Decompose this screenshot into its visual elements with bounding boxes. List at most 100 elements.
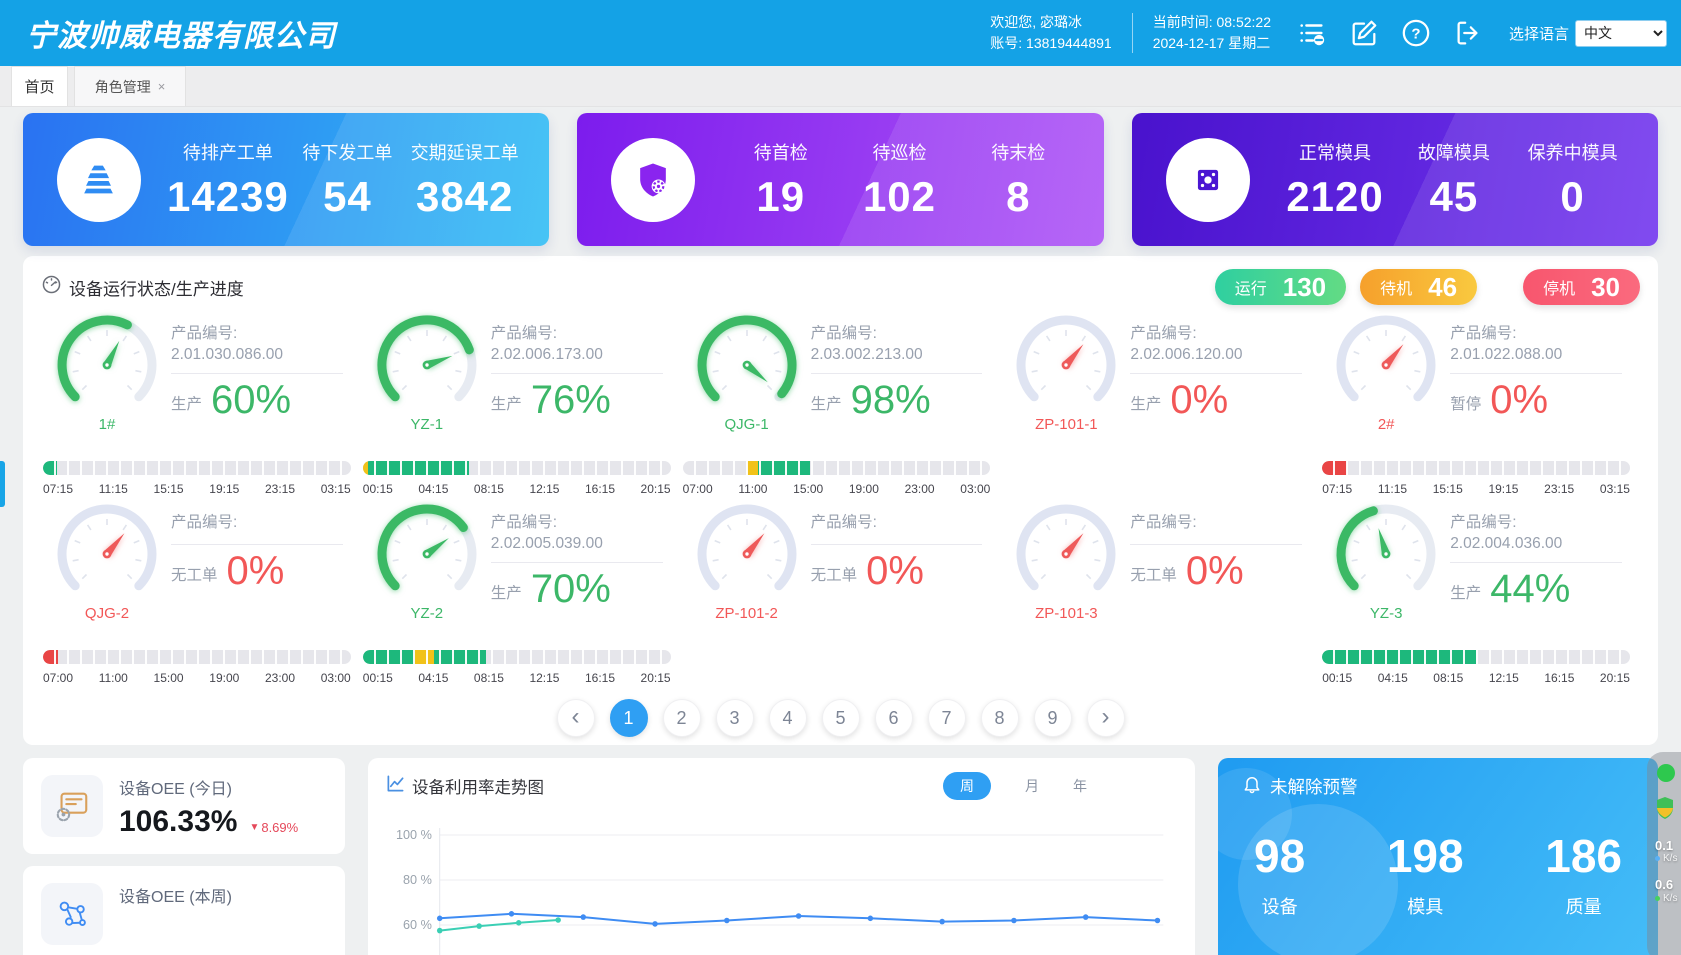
machine-info: 产品编号:无工单0%: [811, 498, 991, 646]
unresolved-alerts-card: 未解除预警 98设备198模具186质量: [1218, 758, 1658, 955]
machine-info: 产品编号:无工单0%: [1130, 498, 1310, 646]
kpi-value: 45: [1394, 173, 1513, 221]
tab-role-label: 角色管理: [95, 77, 151, 97]
oee-week-title: 设备OEE (本周): [119, 883, 232, 907]
language-select[interactable]: 中文: [1575, 20, 1667, 47]
divider: [1130, 544, 1302, 545]
kpi-value: 0: [1513, 173, 1632, 221]
time-tick: 16:15: [585, 671, 615, 685]
timeline-segment: [43, 461, 57, 475]
language-label: 选择语言: [1509, 23, 1569, 44]
machine-status-label: 生产: [491, 392, 522, 419]
product-code-value: 2.02.006.120.00: [1130, 346, 1280, 364]
page-button-4[interactable]: 4: [769, 699, 807, 737]
divider: [171, 544, 343, 545]
gauge-grid: 1#产品编号:2.01.030.086.00生产60%07:1511:1515:…: [41, 309, 1640, 685]
header-toolbar: ?: [1297, 18, 1483, 48]
floating-speed-widget[interactable]: 0.1 K/s 0.6 K/s: [1647, 752, 1681, 955]
kpi-value: 2120: [1276, 173, 1395, 221]
timeline-bar: [1322, 650, 1630, 664]
edit-icon[interactable]: [1349, 18, 1379, 48]
timeline-segment: [1322, 650, 1476, 664]
svg-text:80 %: 80 %: [403, 872, 432, 887]
machine-cell-ZP-101-2: ZP-101-2产品编号:无工单0%: [681, 498, 1001, 685]
page-button-9[interactable]: 9: [1034, 699, 1072, 737]
alert-count: 186: [1545, 829, 1622, 883]
kpi-columns: 正常模具2120故障模具45保养中模具0: [1276, 139, 1632, 221]
gauge-dial: [685, 309, 809, 419]
machine-cell-ZP-101-3: ZP-101-3产品编号:无工单0%: [1000, 498, 1320, 685]
gauge-dial: [365, 309, 489, 419]
kpi-item: 待排产工单14239: [167, 139, 289, 221]
time-tick: 15:00: [154, 671, 184, 685]
kpi-value: 8: [959, 173, 1078, 221]
time-tick: 08:15: [1433, 671, 1463, 685]
page-button-5[interactable]: 5: [822, 699, 860, 737]
download-dot-icon: [1655, 896, 1660, 901]
machine-info: 产品编号:2.03.002.213.00生产98%: [811, 309, 991, 457]
tab-close-icon[interactable]: ×: [158, 79, 166, 94]
badge-label: 停机: [1543, 275, 1575, 299]
alert-category: 设备: [1254, 893, 1305, 919]
pagination: ‹ 123456789 ›: [41, 699, 1640, 737]
product-code-label: 产品编号:: [811, 510, 991, 532]
page-button-2[interactable]: 2: [663, 699, 701, 737]
time-tick: 15:00: [793, 482, 823, 496]
tab-home-label: 首页: [24, 76, 54, 97]
company-name: 宁波帅威电器有限公司: [26, 11, 336, 55]
product-code-label: 产品编号:: [1450, 321, 1630, 343]
kpi-label: 交期延误工单: [406, 139, 523, 165]
page-button-6[interactable]: 6: [875, 699, 913, 737]
time-tick: 04:15: [1378, 671, 1408, 685]
alerts-title-text: 未解除预警: [1270, 774, 1358, 799]
machine-cell-ZP-101-1: ZP-101-1产品编号:2.02.006.120.00生产0%: [1000, 309, 1320, 496]
time-tick: 23:00: [265, 671, 295, 685]
logout-icon[interactable]: [1453, 18, 1483, 48]
machine-gauge: YZ-2: [363, 498, 491, 646]
machine-status-label: 生产: [1450, 581, 1481, 608]
page-next-button[interactable]: ›: [1087, 699, 1125, 737]
period-tab-week[interactable]: 周: [943, 772, 991, 800]
page-button-8[interactable]: 8: [981, 699, 1019, 737]
gauge-row: QJG-2产品编号:无工单0%07:0011:0015:0019:0023:00…: [41, 498, 1640, 685]
welcome-text: 欢迎您, 宓璐冰: [990, 12, 1111, 33]
utilization-chart-title: 设备利用率走势图: [386, 774, 544, 798]
help-icon[interactable]: ?: [1401, 18, 1431, 48]
product-code-value: 2.02.006.173.00: [491, 346, 641, 364]
user-block: 欢迎您, 宓璐冰 账号: 13819444891: [990, 12, 1111, 54]
page-button-1[interactable]: 1: [610, 699, 648, 737]
product-code-value: 2.03.002.213.00: [811, 346, 961, 364]
period-tab-year[interactable]: 年: [1073, 776, 1087, 796]
product-code-value: 2.01.022.088.00: [1450, 346, 1600, 364]
machine-cell-YZ-2: YZ-2产品编号:2.02.005.039.00生产70%00:1504:150…: [361, 498, 681, 685]
time-tick: 12:15: [529, 482, 559, 496]
sidebar-handle[interactable]: [0, 461, 5, 507]
gauge-dial: [45, 498, 169, 608]
kpi-label: 正常模具: [1276, 139, 1395, 165]
alert-item-质量: 186质量: [1545, 829, 1622, 919]
language-area: 选择语言 中文: [1509, 20, 1667, 47]
utilization-chart-title-text: 设备利用率走势图: [412, 774, 544, 798]
tab-role-management[interactable]: 角色管理 ×: [74, 66, 186, 106]
divider: [811, 544, 983, 545]
page-button-3[interactable]: 3: [716, 699, 754, 737]
timeline-ticks: 00:1504:1508:1512:1516:1520:15: [363, 482, 671, 496]
page-button-7[interactable]: 7: [928, 699, 966, 737]
task-list-icon[interactable]: [1297, 18, 1327, 48]
equipment-panel-title: 设备运行状态/生产进度: [41, 274, 244, 300]
tab-home[interactable]: 首页: [11, 66, 68, 106]
time-tick: 07:00: [683, 482, 713, 496]
machine-gauge: YZ-1: [363, 309, 491, 457]
time-tick: 20:15: [641, 671, 671, 685]
machine-gauge: ZP-101-3: [1002, 498, 1130, 646]
time-tick: 08:15: [474, 482, 504, 496]
kpi-item: 待末检8: [959, 139, 1078, 221]
machine-info: 产品编号:2.02.006.120.00生产0%: [1130, 309, 1310, 457]
machine-progress-value: 0%: [1490, 381, 1548, 419]
machine-cell-1#: 1#产品编号:2.01.030.086.00生产60%07:1511:1515:…: [41, 309, 361, 496]
time-tick: 03:15: [321, 482, 351, 496]
period-tab-month[interactable]: 月: [1025, 776, 1039, 796]
time-tick: 23:15: [1544, 482, 1574, 496]
oee-today-delta-value: 8.69%: [261, 820, 298, 835]
page-prev-button[interactable]: ‹: [557, 699, 595, 737]
